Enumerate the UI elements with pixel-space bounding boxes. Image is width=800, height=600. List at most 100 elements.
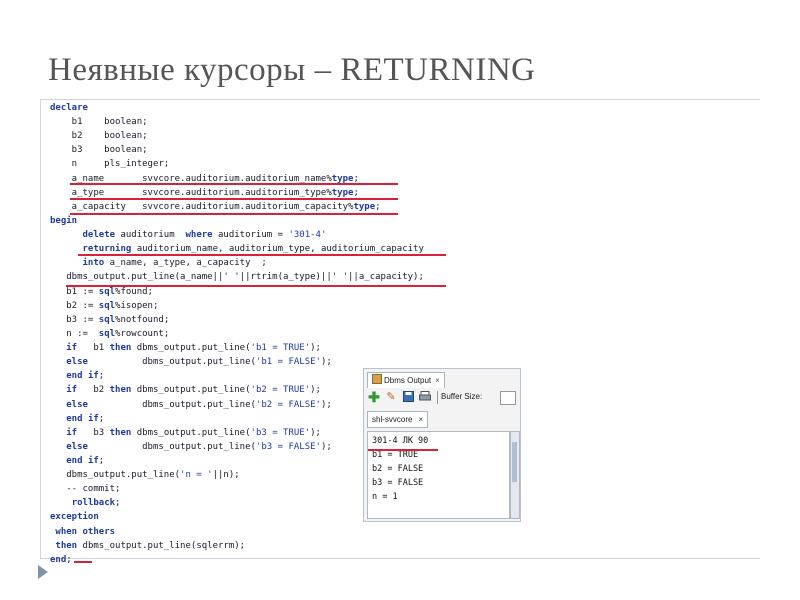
code-line: dbms_output.put_line(a_name||' '||rtrim(… — [50, 271, 424, 283]
code-token: b3 := — [50, 315, 99, 325]
code-token: ); — [310, 385, 321, 395]
code-line: b2 := sql%isopen; — [50, 300, 158, 312]
code-token: dbms_output.put_line( — [131, 385, 251, 395]
code-token: dbms_output.put_line( — [87, 442, 256, 452]
code-token: declare — [50, 103, 88, 113]
code-token: returning — [82, 244, 132, 254]
bottom-divider — [40, 558, 760, 559]
code-token: ; — [66, 555, 72, 565]
code-token: b2 — [77, 385, 110, 395]
code-line: else dbms_output.put_line('b1 = FALSE'); — [50, 356, 332, 368]
underline-a-type — [70, 198, 398, 200]
title-divider — [40, 99, 760, 100]
code-token: where — [185, 230, 213, 240]
underline-a-name — [70, 183, 398, 185]
code-line: delete auditorium where auditorium = '30… — [50, 229, 327, 241]
code-token: auditorium — [115, 230, 186, 240]
buffer-size-label: Buffer Size: — [441, 392, 483, 401]
code-token: b3 boolean; — [50, 145, 148, 155]
code-token: then — [109, 343, 132, 353]
code-token: then — [109, 428, 132, 438]
code-token: dbms_output.put_line( — [131, 343, 251, 353]
code-token: 'b3 = FALSE' — [255, 442, 321, 452]
code-token: ; — [375, 202, 381, 212]
code-token: 'b1 = TRUE' — [250, 343, 311, 353]
code-token: rollback — [71, 498, 116, 508]
code-token: dbms_output.put_line( — [131, 428, 251, 438]
dbms-toolbar: ✚ ✎ Buffer Size: — [366, 389, 518, 407]
code-line: if b3 then dbms_output.put_line('b3 = TR… — [50, 427, 321, 439]
code-token: b1 := — [50, 287, 99, 297]
close-icon[interactable]: × — [435, 376, 440, 385]
code-line: if b2 then dbms_output.put_line('b2 = TR… — [50, 384, 321, 396]
code-token: if — [66, 428, 78, 438]
code-token: b1 boolean; — [50, 117, 148, 127]
code-token: begin — [50, 216, 78, 226]
code-token: end if — [66, 456, 99, 466]
add-icon[interactable]: ✚ — [368, 390, 380, 404]
code-line: dbms_output.put_line('n = '||n); — [50, 469, 239, 481]
code-token: dbms_output.put_line(sqlerrm); — [77, 541, 246, 551]
dbms-output-panel: Dbms Output × ✚ ✎ Buffer Size: shl-svvcor… — [363, 368, 521, 522]
code-line: end if; — [50, 413, 104, 425]
code-line: -- commit; — [50, 483, 120, 495]
code-line: begin — [50, 215, 77, 227]
code-token: %isopen; — [115, 301, 159, 311]
code-token: else — [66, 357, 88, 367]
bullet-arrow-icon — [38, 565, 48, 579]
scrollbar-thumb[interactable] — [512, 442, 517, 482]
code-token: ; — [115, 498, 121, 508]
code-token: else — [66, 400, 88, 410]
code-line: else dbms_output.put_line('b3 = FALSE'); — [50, 441, 332, 453]
code-token: ; — [98, 371, 105, 381]
code-token: dbms_output.put_line(a_name||' '||rtrim(… — [50, 272, 424, 282]
code-token: 'n = ' — [180, 470, 213, 480]
code-line: b1 boolean; — [50, 116, 148, 128]
slide-title: Неявные курсоры – RETURNING — [48, 52, 536, 88]
dbms-output-tab[interactable]: Dbms Output × — [367, 372, 445, 388]
code-token: n := — [50, 329, 99, 339]
print-icon[interactable] — [419, 391, 431, 403]
output-line: b1 = TRUE — [372, 450, 419, 460]
code-token: a_type svvcore.auditorium.auditorium_typ… — [50, 188, 332, 198]
code-line: n := sql%rowcount; — [50, 328, 169, 340]
code-line: b3 := sql%notfound; — [50, 314, 169, 326]
code-token: ; — [98, 456, 105, 466]
code-line: b3 boolean; — [50, 144, 148, 156]
code-token: n pls_integer; — [50, 159, 170, 169]
code-token: ); — [320, 442, 332, 452]
code-token: auditorium_name, auditorium_type, audito… — [131, 244, 424, 254]
code-line: into a_name, a_type, a_capacity ; — [50, 257, 267, 269]
buffer-size-input[interactable] — [500, 391, 516, 405]
code-token: %notfound; — [115, 315, 170, 325]
code-token: 'b1 = FALSE' — [255, 357, 321, 367]
eraser-icon[interactable]: ✎ — [385, 391, 397, 403]
underline-end — [74, 561, 92, 563]
underline-returning — [78, 254, 446, 256]
code-token: ; — [353, 188, 359, 198]
code-token: ; — [98, 414, 105, 424]
code-line: n pls_integer; — [50, 158, 170, 170]
code-token: 'b2 = TRUE' — [250, 385, 311, 395]
connection-tab-label: shl-svvcore — [372, 415, 413, 424]
output-text-area[interactable]: 301-4 ЛК 90 b1 = TRUE b2 = FALSE b3 = FALSE… — [367, 431, 510, 519]
save-icon[interactable] — [402, 391, 414, 403]
tab-connection[interactable]: shl-svvcore × — [367, 411, 429, 428]
code-token: ); — [310, 343, 321, 353]
code-token: dbms_output.put_line( — [87, 357, 256, 367]
code-token: %rowcount; — [115, 329, 170, 339]
code-token: ); — [320, 400, 332, 410]
code-token: %found; — [115, 287, 153, 297]
output-line: b3 = FALSE — [372, 478, 424, 488]
code-token: end if — [66, 414, 99, 424]
close-icon[interactable]: × — [418, 415, 423, 424]
code-token: then — [55, 541, 78, 551]
code-token: a_capacity svvcore.auditorium.auditorium… — [50, 202, 354, 212]
vertical-scrollbar[interactable] — [510, 431, 520, 519]
